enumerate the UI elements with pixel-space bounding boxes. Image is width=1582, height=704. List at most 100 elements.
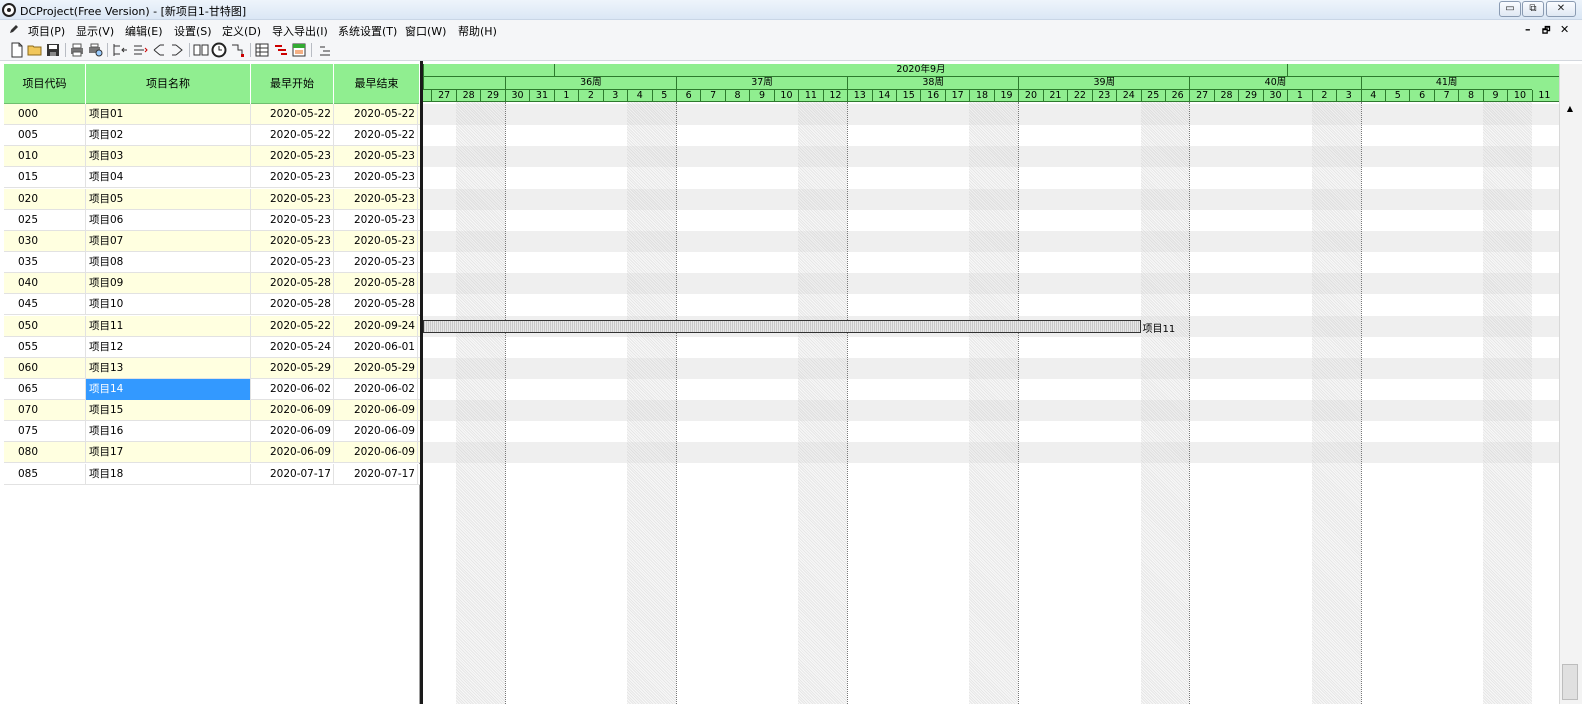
task-start-cell[interactable]: 2020-06-09 [251,400,334,422]
task-start-cell[interactable]: 2020-05-22 [251,125,334,147]
task-end-cell[interactable]: 2020-06-02 [334,378,418,400]
vertical-scrollbar[interactable]: ▲ [1559,64,1582,704]
task-name-cell[interactable]: 项目02 [86,125,251,147]
task-end-cell[interactable]: 2020-05-22 [334,104,418,125]
task-end-cell[interactable]: 2020-05-28 [334,273,418,295]
menu-system-settings[interactable]: 系统设置(T) [338,23,397,39]
table-row[interactable]: 035 项目08 2020-05-23 2020-05-23 [4,252,420,274]
window-close-button[interactable]: ✕ [1546,1,1576,17]
link-icon[interactable] [151,42,167,58]
task-name-cell[interactable]: 项目17 [86,442,251,464]
task-code-cell[interactable]: 000 [4,104,86,125]
task-code-cell[interactable]: 075 [4,421,86,443]
task-start-cell[interactable]: 2020-05-28 [251,294,334,316]
task-code-cell[interactable]: 025 [4,209,86,231]
task-start-cell[interactable]: 2020-05-23 [251,230,334,252]
save-icon[interactable] [45,42,61,58]
task-name-cell[interactable]: 项目13 [86,357,251,379]
task-start-cell[interactable]: 2020-05-23 [251,188,334,210]
table-row[interactable]: 060 项目13 2020-05-29 2020-05-29 [4,357,420,379]
task-code-cell[interactable]: 035 [4,252,86,274]
task-end-cell[interactable]: 2020-05-23 [334,167,418,189]
task-start-cell[interactable]: 2020-05-23 [251,146,334,168]
task-code-cell[interactable]: 060 [4,357,86,379]
table-row[interactable]: 070 项目15 2020-06-09 2020-06-09 [4,400,420,422]
task-name-cell[interactable]: 项目07 [86,230,251,252]
column-header-start[interactable]: 最早开始 [251,64,334,104]
task-end-cell[interactable]: 2020-05-23 [334,252,418,274]
table-row[interactable]: 015 项目04 2020-05-23 2020-05-23 [4,167,420,189]
gantt-icon[interactable] [273,42,289,58]
column-header-end[interactable]: 最早结束 [334,64,420,104]
task-start-cell[interactable]: 2020-07-17 [251,463,334,485]
task-start-cell[interactable]: 2020-05-22 [251,104,334,125]
task-end-cell[interactable]: 2020-05-23 [334,230,418,252]
table-row[interactable]: 030 项目07 2020-05-23 2020-05-23 [4,230,420,252]
outdent-icon[interactable] [112,42,128,58]
table-row[interactable]: 065 项目14 2020-06-02 2020-06-02 [4,378,420,400]
task-name-cell[interactable]: 项目05 [86,188,251,210]
task-name-cell[interactable]: 项目06 [86,209,251,231]
table-row[interactable]: 055 项目12 2020-05-24 2020-06-01 [4,336,420,358]
mdi-restore-button[interactable]: 🗗 [1542,23,1550,39]
table-row[interactable]: 000 项目01 2020-05-22 2020-05-22 [4,104,420,125]
task-code-cell[interactable]: 055 [4,336,86,358]
task-end-cell[interactable]: 2020-05-28 [334,294,418,316]
task-start-cell[interactable]: 2020-05-22 [251,315,334,337]
task-start-cell[interactable]: 2020-05-29 [251,357,334,379]
task-start-cell[interactable]: 2020-06-02 [251,378,334,400]
scroll-up-arrow-icon[interactable]: ▲ [1563,104,1577,114]
task-code-cell[interactable]: 020 [4,188,86,210]
task-name-cell[interactable]: 项目16 [86,421,251,443]
task-end-cell[interactable]: 2020-05-23 [334,146,418,168]
task-name-cell[interactable]: 项目03 [86,146,251,168]
task-name-cell[interactable]: 项目04 [86,167,251,189]
mdi-minimize-button[interactable]: – [1525,23,1531,36]
task-end-cell[interactable]: 2020-05-29 [334,357,418,379]
mdi-close-button[interactable]: ✕ [1560,23,1569,36]
table-row[interactable]: 010 项目03 2020-05-23 2020-05-23 [4,146,420,168]
task-name-cell[interactable]: 项目12 [86,336,251,358]
task-code-cell[interactable]: 085 [4,463,86,485]
table-row[interactable]: 050 项目11 2020-05-22 2020-09-24 [4,315,420,337]
column-header-name[interactable]: 项目名称 [86,64,251,104]
menu-view[interactable]: 显示(V) [76,23,114,39]
task-name-cell[interactable]: 项目10 [86,294,251,316]
task-start-cell[interactable]: 2020-05-23 [251,167,334,189]
task-code-cell[interactable]: 005 [4,125,86,147]
task-end-cell[interactable]: 2020-05-23 [334,209,418,231]
task-end-cell[interactable]: 2020-06-09 [334,400,418,422]
clock-icon[interactable] [211,42,227,58]
task-end-cell[interactable]: 2020-06-09 [334,442,418,464]
indent-icon[interactable] [132,42,148,58]
table-row[interactable]: 040 项目09 2020-05-28 2020-05-28 [4,273,420,295]
book-icon[interactable] [193,42,209,58]
table-row[interactable]: 075 项目16 2020-06-09 2020-06-09 [4,421,420,443]
new-file-icon[interactable] [9,42,25,58]
task-code-cell[interactable]: 015 [4,167,86,189]
table-row[interactable]: 085 项目18 2020-07-17 2020-07-17 [4,463,420,485]
table-row[interactable]: 025 项目06 2020-05-23 2020-05-23 [4,209,420,231]
task-end-cell[interactable]: 2020-05-23 [334,188,418,210]
task-end-cell[interactable]: 2020-06-01 [334,336,418,358]
task-name-cell[interactable]: 项目11 [86,315,251,337]
task-code-cell[interactable]: 045 [4,294,86,316]
task-code-cell[interactable]: 040 [4,273,86,295]
task-end-cell[interactable]: 2020-05-22 [334,125,418,147]
calendar-icon[interactable] [291,42,307,58]
menu-project[interactable]: 项目(P) [28,23,65,39]
task-start-cell[interactable]: 2020-05-24 [251,336,334,358]
column-header-code[interactable]: 项目代码 [4,64,86,104]
task-code-cell[interactable]: 010 [4,146,86,168]
menu-define[interactable]: 定义(D) [222,23,261,39]
task-start-cell[interactable]: 2020-06-09 [251,421,334,443]
menu-help[interactable]: 帮助(H) [458,23,497,39]
table-icon[interactable] [254,42,270,58]
menu-window[interactable]: 窗口(W) [405,23,446,39]
menu-settings[interactable]: 设置(S) [174,23,212,39]
task-bar[interactable] [423,319,1141,333]
task-start-cell[interactable]: 2020-05-23 [251,252,334,274]
level-icon[interactable] [317,42,333,58]
print-icon[interactable] [69,42,85,58]
table-row[interactable]: 080 项目17 2020-06-09 2020-06-09 [4,442,420,464]
